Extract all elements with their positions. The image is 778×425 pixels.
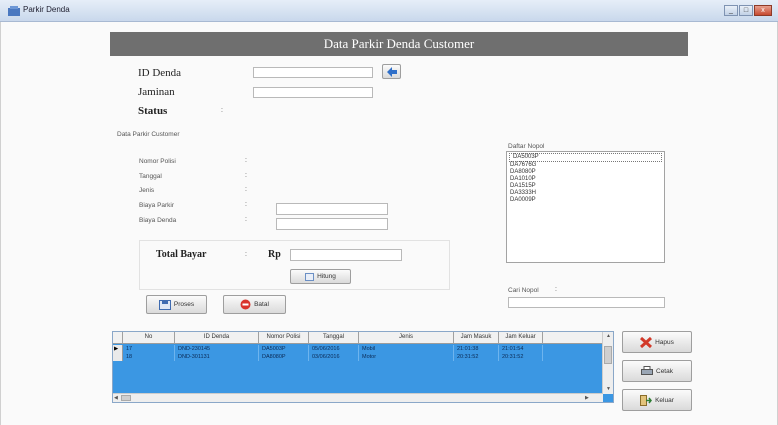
scroll-up-icon[interactable]: ▲ [606, 333, 611, 339]
table-cell[interactable]: 03/06/2016 [309, 353, 359, 361]
list-item[interactable]: DA8080P [507, 169, 664, 176]
hapus-label: Hapus [655, 338, 674, 346]
scroll-down-icon[interactable]: ▼ [606, 386, 611, 392]
maximize-button[interactable]: □ [739, 5, 753, 16]
customer-section-label: Data Parkir Customer [117, 131, 180, 138]
cari-nopol-input[interactable] [508, 297, 665, 308]
id-denda-label: ID Denda [138, 67, 182, 79]
grid-vertical-scrollbar[interactable]: ▲ ▼ [602, 332, 613, 394]
keluar-button[interactable]: Keluar [622, 389, 692, 411]
close-button[interactable]: x [754, 5, 772, 16]
horizontal-scroll-thumb[interactable] [121, 395, 131, 401]
keluar-label: Keluar [655, 396, 674, 404]
table-cell[interactable]: DND-301131 [175, 353, 259, 361]
search-id-button[interactable] [382, 64, 401, 79]
data-grid[interactable]: No ID Denda Nomor Polisi Tanggal Jenis J… [112, 331, 614, 403]
list-item[interactable]: DA3333H [507, 190, 664, 197]
status-colon: : [221, 107, 223, 114]
window-controls: _ □ x [723, 5, 772, 16]
scroll-left-icon[interactable]: ◀ [114, 395, 118, 401]
grid-header: No ID Denda Nomor Polisi Tanggal Jenis J… [113, 332, 603, 344]
proses-label: Proses [173, 301, 195, 308]
list-item[interactable]: DA1515P [507, 183, 664, 190]
nomor-polisi-colon: : [245, 157, 247, 164]
list-item[interactable]: DA5003P [509, 153, 662, 162]
row-selector-icon[interactable]: ▶ [113, 345, 123, 353]
biaya-parkir-colon: : [245, 201, 247, 208]
proses-button[interactable]: Proses [146, 295, 207, 314]
jaminan-input[interactable] [253, 87, 373, 98]
exit-icon [640, 394, 653, 406]
biaya-denda-label: Biaya Denda [139, 217, 177, 224]
tanggal-colon: : [245, 172, 247, 179]
cetak-label: Cetak [656, 367, 673, 375]
column-header[interactable]: No [123, 332, 175, 344]
column-header[interactable]: Tanggal [309, 332, 359, 344]
column-header[interactable]: Jam Masuk [454, 332, 499, 344]
total-colon: : [245, 251, 247, 258]
total-bayar-input[interactable] [290, 249, 402, 261]
jenis-colon: : [245, 186, 247, 193]
column-header[interactable]: Jam Keluar [499, 332, 543, 344]
cari-nopol-colon: : [555, 286, 557, 293]
column-header[interactable]: Nomor Polisi [259, 332, 309, 344]
page-title: Data Parkir Denda Customer [110, 32, 688, 56]
table-cell[interactable]: DND-230145 [175, 345, 259, 353]
biaya-denda-input[interactable] [276, 218, 388, 230]
biaya-denda-colon: : [245, 216, 247, 223]
app-icon [8, 6, 20, 16]
column-header[interactable]: Jenis [359, 332, 454, 344]
table-cell[interactable]: 21:01:54 [499, 345, 543, 353]
list-item[interactable]: DA0009P [507, 197, 664, 204]
status-label: Status [138, 105, 168, 117]
id-denda-input[interactable] [253, 67, 373, 78]
cari-nopol-label: Cari Nopol [508, 287, 539, 294]
cetak-button[interactable]: Cetak [622, 360, 692, 382]
table-cell[interactable]: 18 [123, 353, 175, 361]
column-header[interactable]: ID Denda [175, 332, 259, 344]
vertical-scroll-thumb[interactable] [604, 346, 612, 364]
row-selector[interactable] [113, 353, 123, 361]
currency-label: Rp [268, 249, 281, 260]
table-cell[interactable]: DA8080P [259, 353, 309, 361]
hitung-button[interactable]: Hitung [290, 269, 351, 284]
minimize-button[interactable]: _ [724, 5, 738, 16]
cancel-icon [240, 299, 251, 310]
table-row[interactable]: 18 DND-301131 DA8080P 03/06/2016 Motor 2… [113, 353, 603, 361]
nomor-polisi-label: Nomor Polisi [139, 158, 176, 165]
list-item[interactable]: DA1010P [507, 176, 664, 183]
total-bayar-label: Total Bayar [156, 249, 207, 260]
grid-row-header-corner [113, 332, 123, 344]
jaminan-label: Jaminan [138, 86, 175, 98]
biaya-parkir-input[interactable] [276, 203, 388, 215]
save-icon [158, 299, 171, 310]
table-cell[interactable]: 05/06/2016 [309, 345, 359, 353]
table-cell[interactable]: 21:01:38 [454, 345, 499, 353]
daftar-nopol-label: Daftar Nopol [508, 143, 545, 150]
biaya-parkir-label: Biaya Parkir [139, 202, 175, 209]
table-row[interactable]: ▶ 17 DND-230145 DA5003P 05/06/2016 Mobil… [113, 345, 603, 353]
list-item[interactable]: DA7676G [507, 162, 664, 169]
hapus-button[interactable]: Hapus [622, 331, 692, 353]
scroll-right-icon[interactable]: ▶ [585, 395, 589, 401]
table-cell[interactable]: 20:31:52 [454, 353, 499, 361]
delete-icon [640, 336, 653, 348]
calculator-icon [305, 272, 315, 281]
jenis-label: Jenis [139, 187, 155, 194]
window-title: Parkir Denda [23, 5, 70, 14]
batal-label: Batal [254, 301, 269, 308]
grid-horizontal-scrollbar[interactable]: ◀ ▶ [113, 393, 603, 402]
table-cell[interactable]: Mobil [359, 345, 454, 353]
batal-button[interactable]: Batal [223, 295, 286, 314]
table-cell[interactable]: DA5003P [259, 345, 309, 353]
tanggal-label: Tanggal [139, 173, 162, 180]
table-cell[interactable]: 17 [123, 345, 175, 353]
table-cell[interactable]: 20:31:52 [499, 353, 543, 361]
title-bar [0, 0, 778, 22]
search-icon [386, 66, 397, 77]
table-cell[interactable]: Motor [359, 353, 454, 361]
hitung-label: Hitung [317, 273, 336, 280]
daftar-nopol-list[interactable]: DA5003P DA7676G DA8080P DA1010P DA1515P … [506, 151, 665, 263]
printer-icon [641, 366, 653, 375]
